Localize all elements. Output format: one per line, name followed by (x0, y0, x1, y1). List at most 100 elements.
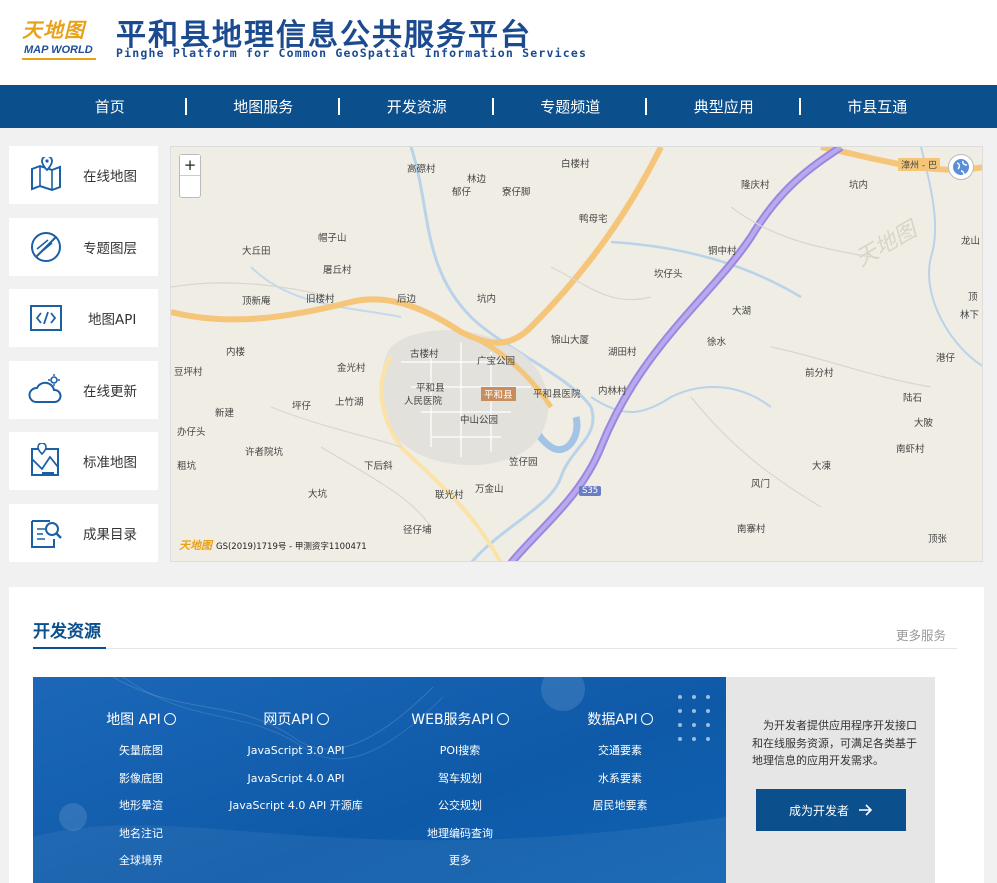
nav-topics[interactable]: 专题频道 (494, 85, 647, 128)
download-icon (163, 713, 176, 725)
api-link[interactable]: 地名注记 (71, 820, 211, 848)
api-link[interactable]: 公交规划 (390, 792, 530, 820)
copyright-logo: 天地图 (179, 539, 212, 552)
tianditu-logo[interactable]: 天地图 MAP WORLD (22, 14, 100, 62)
place-label: 坎仔头 (654, 269, 683, 280)
api-link[interactable]: 地理编码查询 (390, 820, 530, 848)
logo-cn: 天地图 (22, 18, 85, 42)
svg-text:天地图: 天地图 (852, 216, 924, 272)
sidebar-item-standard-map[interactable]: 标准地图 (9, 432, 158, 491)
code-icon (30, 305, 62, 332)
place-label: 顶 (968, 292, 978, 303)
api-column-web: 网页API JavaScript 3.0 API JavaScript 4.0 … (226, 708, 366, 820)
column-header[interactable]: WEB服务API (390, 708, 530, 730)
county-marker: 平和县 (481, 387, 516, 401)
api-link[interactable]: POI搜索 (390, 737, 530, 765)
place-label: 新建 (215, 408, 235, 419)
sidebar-item-online-update[interactable]: 在线更新 (9, 360, 158, 419)
sidebar-item-online-map[interactable]: 在线地图 (9, 146, 158, 204)
place-label: 风门 (751, 479, 771, 490)
place-label: 陆石 (903, 393, 923, 404)
nav-label: 专题频道 (540, 98, 601, 116)
become-developer-button[interactable]: 成为开发者 (756, 789, 906, 831)
place-label: 徐水 (707, 337, 727, 348)
place-label: 平和县 (416, 383, 445, 394)
place-label: 坑内 (477, 294, 497, 305)
place-label: 鸭母宅 (579, 214, 608, 225)
api-link[interactable]: JavaScript 4.0 API 开源库 (226, 792, 366, 820)
header: 天地图 MAP WORLD 平和县地理信息公共服务平台 Pinghe Platf… (0, 0, 997, 85)
nav-home[interactable]: 首页 (33, 85, 187, 128)
site-subtitle: Pinghe Platform for Common GeoSpatial In… (116, 46, 588, 60)
column-header[interactable]: 数据API (550, 708, 690, 730)
place-label: 湖田村 (608, 347, 637, 358)
dev-resources-panel: 开发资源 更多服务 地图 API 矢量底图 影像底图 地形晕渲 地名注记 全球境… (9, 587, 984, 883)
zoom-in-button[interactable]: + (180, 155, 200, 176)
place-label: 龙山 (961, 236, 981, 247)
api-link[interactable]: JavaScript 3.0 API (226, 737, 366, 765)
api-link[interactable]: 影像底图 (71, 765, 211, 793)
api-link[interactable]: 水系要素 (550, 765, 690, 793)
nav-label: 首页 (94, 98, 125, 116)
place-label: 金光村 (337, 363, 366, 374)
api-link[interactable]: 居民地要素 (550, 792, 690, 820)
developer-cta-block: 为开发者提供应用程序开发接口和在线服务资源，可满足各类基于地理信息的应用开发需求… (726, 677, 935, 883)
place-label: 万金山 (475, 484, 504, 495)
api-link[interactable]: 全球境界 (71, 847, 211, 875)
globe-icon[interactable] (948, 154, 974, 180)
place-label: 平和县医院 (533, 389, 581, 400)
sidebar-item-map-api[interactable]: 地图API (9, 289, 158, 348)
section-title: 开发资源 (33, 622, 101, 642)
download-icon (640, 713, 653, 725)
place-label: 大丘田 (242, 246, 271, 257)
zoom-control: + − (179, 154, 201, 198)
place-label: 铜中村 (708, 246, 737, 257)
more-services-link[interactable]: 更多服务 (896, 625, 946, 644)
button-label: 成为开发者 (788, 803, 849, 818)
api-link[interactable]: 交通要素 (550, 737, 690, 765)
place-label: 顶张 (928, 534, 948, 545)
sidebar-item-label: 标准地图 (83, 455, 137, 472)
place-label: 后边 (397, 294, 417, 305)
nav-label: 开发资源 (386, 98, 447, 116)
place-label: 广宝公园 (477, 356, 516, 367)
sidebar-item-catalog[interactable]: 成果目录 (9, 503, 158, 562)
nav-city-county[interactable]: 市县互通 (801, 85, 955, 128)
place-label: 大凍 (812, 461, 832, 472)
api-link[interactable]: 矢量底图 (71, 737, 211, 765)
api-column-webservice: WEB服务API POI搜索 驾车规划 公交规划 地理编码查询 更多 (390, 708, 530, 875)
place-label: 许者院坑 (245, 447, 284, 458)
column-header-label: 网页API (263, 712, 314, 728)
api-link[interactable]: JavaScript 4.0 API (226, 765, 366, 793)
column-header[interactable]: 网页API (226, 708, 366, 730)
place-label: 帽子山 (318, 233, 347, 244)
sidebar-item-label: 地图API (88, 312, 137, 329)
place-label: 南寨村 (737, 524, 766, 535)
map-view[interactable]: 天地图 高磜村 林边 白楼村 郁仔 寮仔脚 鸭母宅 隆庆村 坑内 帽子山 大丘田… (170, 146, 983, 562)
api-link[interactable]: 更多 (390, 847, 530, 875)
place-label: 中山公园 (460, 415, 499, 426)
section-title-underline (33, 647, 106, 649)
column-header[interactable]: 地图 API (71, 708, 211, 730)
nav-label: 市县互通 (847, 98, 908, 116)
road-shield: S35 (579, 486, 602, 496)
place-label: 联光村 (435, 490, 464, 501)
api-link[interactable]: 驾车规划 (390, 765, 530, 793)
nav-map-service[interactable]: 地图服务 (187, 85, 340, 128)
standard-map-icon (31, 443, 59, 477)
nav-dev-resources[interactable]: 开发资源 (340, 85, 494, 128)
api-column-map: 地图 API 矢量底图 影像底图 地形晕渲 地名注记 全球境界 (71, 708, 211, 875)
nav-applications[interactable]: 典型应用 (647, 85, 801, 128)
catalog-search-icon (31, 519, 62, 548)
api-link[interactable]: 地形晕渲 (71, 792, 211, 820)
place-label: 大陂 (914, 418, 934, 429)
nav-label: 地图服务 (233, 98, 294, 116)
download-icon (316, 713, 329, 725)
sidebar-item-topic-layers[interactable]: 专题图层 (9, 217, 158, 276)
map-pin-icon (31, 157, 61, 192)
column-header-label: 数据API (587, 712, 638, 728)
layer-icon (31, 231, 61, 262)
place-label: 高磜村 (407, 164, 436, 175)
place-label: 径仔埔 (403, 525, 432, 536)
sidebar-item-label: 在线更新 (83, 383, 137, 400)
